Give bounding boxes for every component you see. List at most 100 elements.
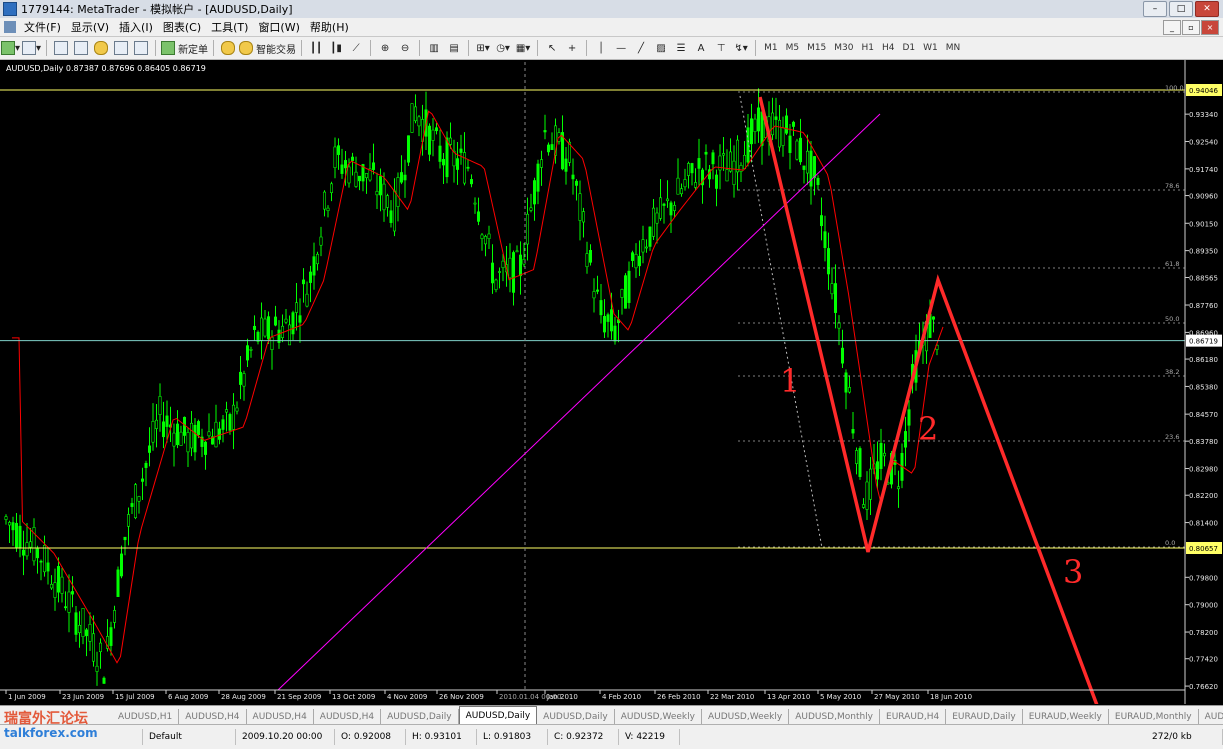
periods-button[interactable]: ◷▾	[494, 39, 512, 57]
line-chart-button[interactable]: ⟋	[347, 39, 365, 57]
candle-body	[543, 130, 547, 133]
timeframe-m5[interactable]: M5	[786, 43, 800, 53]
candle-body	[599, 300, 603, 316]
chart-tab[interactable]: AUDUSD,Daily	[537, 709, 615, 724]
chart-tab[interactable]: AUDUSD,Daily	[458, 706, 538, 724]
arrows-button[interactable]: ↯▾	[732, 39, 750, 57]
cursor-button[interactable]: ↖	[543, 39, 561, 57]
candle-body	[92, 633, 96, 662]
vertical-line-button[interactable]: │	[592, 39, 610, 57]
chart-window[interactable]: 100.0 78.6 61.8 50.0 38.2 23.6 0.0 1 2 3 0.94046 0…	[0, 60, 1223, 741]
new-order-button[interactable]: 新定单	[161, 39, 208, 57]
chart-tab[interactable]: EURAUD,Monthly	[1109, 709, 1199, 724]
timeframe-m15[interactable]: M15	[807, 43, 826, 53]
menu-charts[interactable]: 图表(C)	[161, 19, 209, 35]
candle-body	[15, 522, 19, 548]
trendline-button[interactable]: ╱	[632, 39, 650, 57]
timeframe-d1[interactable]: D1	[903, 43, 916, 53]
chart-minimize-button[interactable]: _	[1163, 19, 1181, 35]
crosshair-button[interactable]: +	[563, 39, 581, 57]
data-window-button[interactable]	[92, 39, 110, 57]
candle-body	[162, 421, 166, 438]
chart-tab[interactable]: AUDUSD,H4	[179, 709, 247, 724]
zoom-in-button[interactable]: ⊕	[376, 39, 394, 57]
new-chart-button[interactable]: ▾	[1, 39, 20, 57]
candle-body	[60, 576, 64, 594]
close-button[interactable]: ✕	[1195, 1, 1219, 17]
expert-advisors-button[interactable]: 智能交易	[239, 39, 296, 57]
menu-view[interactable]: 显示(V)	[69, 19, 117, 35]
candle-body	[781, 127, 785, 146]
candle-body	[683, 179, 687, 188]
timeframe-m1[interactable]: M1	[764, 43, 778, 53]
candle-body	[151, 421, 155, 443]
timeframe-h4[interactable]: H4	[882, 43, 895, 53]
timeframe-h1[interactable]: H1	[862, 43, 875, 53]
menu-help[interactable]: 帮助(H)	[308, 19, 357, 35]
timeframe-mn[interactable]: MN	[946, 43, 961, 53]
candle-body	[861, 504, 865, 508]
chart-shift-button[interactable]: ▥	[425, 39, 443, 57]
text-button[interactable]: A	[692, 39, 710, 57]
chart-close-button[interactable]: ×	[1201, 19, 1219, 35]
horizontal-line-button[interactable]: —	[612, 39, 630, 57]
chart-tab[interactable]: EURAUD,H4	[880, 709, 947, 724]
candle-body	[88, 623, 92, 642]
toolbar-separator	[755, 40, 757, 56]
menu-window[interactable]: 窗口(W)	[256, 19, 307, 35]
market-watch-button[interactable]	[52, 39, 70, 57]
date-label: 23 Jun 2009	[62, 693, 104, 701]
timeframe-w1[interactable]: W1	[923, 43, 938, 53]
menu-file[interactable]: 文件(F)	[22, 19, 69, 35]
candlestick-button[interactable]: ┃▮	[327, 39, 345, 57]
text-label-button[interactable]: ⊤	[712, 39, 730, 57]
timeframe-m30[interactable]: M30	[834, 43, 853, 53]
candle-body	[25, 542, 29, 557]
maximize-button[interactable]: □	[1169, 1, 1193, 17]
menu-insert[interactable]: 插入(I)	[117, 19, 161, 35]
price-chart[interactable]: 100.078.661.850.038.223.60.0123 0.940460…	[0, 60, 1223, 741]
candle-body	[148, 445, 152, 453]
chart-tab[interactable]: AUDUSD,Weekly	[702, 709, 790, 724]
indicators-button[interactable]: ⊞▾	[474, 39, 492, 57]
candle-body	[137, 496, 141, 502]
navigator-button[interactable]	[72, 39, 90, 57]
candle-body	[459, 148, 463, 153]
chart-tab[interactable]: EURAUD,Daily	[946, 709, 1023, 724]
candle-body	[525, 213, 529, 245]
candle-body	[218, 428, 222, 440]
chart-tab[interactable]: AUDUSD,H4	[247, 709, 314, 724]
metaeditor-button[interactable]	[219, 39, 237, 57]
equidistant-channel-button[interactable]: ▨	[652, 39, 670, 57]
fibonacci-button[interactable]: ☰	[672, 39, 690, 57]
chart-tab[interactable]: AUDUSD,H4	[314, 709, 382, 724]
status-low: L: 0.91803	[477, 729, 548, 745]
chart-tab[interactable]: AUDUSD,Daily	[381, 709, 459, 724]
profiles-button[interactable]: ▾	[22, 39, 41, 57]
candle-body	[469, 179, 473, 185]
candle-body	[427, 125, 431, 155]
terminal-icon	[114, 41, 129, 55]
data-window-icon	[94, 41, 109, 55]
strategy-tester-button[interactable]	[132, 39, 150, 57]
chart-tab[interactable]: AUD	[1199, 709, 1223, 724]
candle-body	[882, 452, 886, 457]
bar-chart-button[interactable]: ┃┃	[307, 39, 325, 57]
menu-tools[interactable]: 工具(T)	[209, 19, 256, 35]
candle-body	[438, 145, 442, 162]
candle-body	[21, 549, 25, 556]
chart-tab[interactable]: AUDUSD,Weekly	[615, 709, 702, 724]
chart-tab[interactable]: AUDUSD,Monthly	[789, 709, 881, 724]
chart-restore-button[interactable]: ▫	[1182, 19, 1200, 35]
minimize-button[interactable]: –	[1143, 1, 1167, 17]
zoom-out-button[interactable]: ⊖	[396, 39, 414, 57]
candle-body	[445, 137, 449, 178]
candle-body	[343, 160, 347, 169]
templates-button[interactable]: ▦▾	[514, 39, 532, 57]
candle-body	[263, 318, 267, 337]
auto-scroll-button[interactable]: ▤	[445, 39, 463, 57]
terminal-button[interactable]	[112, 39, 130, 57]
price-label: 0.76620	[1189, 683, 1218, 691]
date-label: 27 May 2010	[874, 693, 920, 701]
chart-tab[interactable]: EURAUD,Weekly	[1023, 709, 1109, 724]
